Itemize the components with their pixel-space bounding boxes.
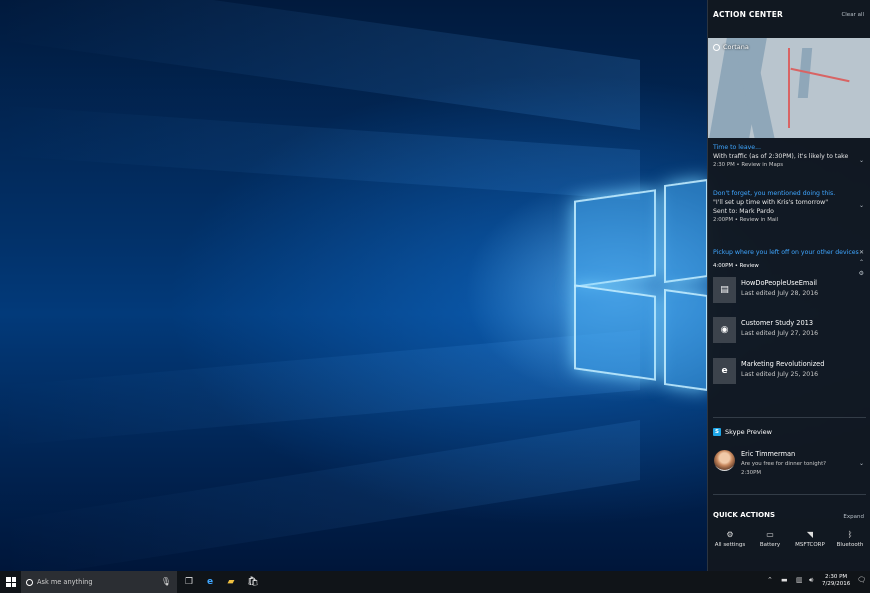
skype-icon: S	[713, 428, 721, 436]
action-center-icon[interactable]: 🗨︎	[857, 576, 866, 584]
task-view-icon[interactable]: ❐	[182, 575, 196, 589]
section-divider	[713, 494, 866, 495]
quick-actions-tiles: ⚙ All settings ▭ Battery ◥ MSFTCORP ᛒ Bl…	[711, 530, 869, 548]
battery-icon: ▭	[766, 530, 774, 539]
wifi-icon: ◥	[806, 530, 814, 539]
chevron-down-icon[interactable]: ⌄	[859, 460, 864, 467]
document-item[interactable]: ◉ Customer Study 2013 Last edited July 2…	[713, 317, 863, 345]
quick-action-wifi[interactable]: ◥ MSFTCORP	[791, 530, 829, 548]
bluetooth-icon: ᛒ	[847, 530, 853, 539]
quick-actions-title: QUICK ACTIONS	[713, 511, 776, 519]
windows-logo-pane	[574, 189, 656, 288]
quick-action-label: Battery	[759, 542, 781, 548]
edge-icon: e	[713, 358, 736, 384]
network-icon[interactable]: ▥	[796, 576, 803, 584]
clock-time: 2:30 PM	[825, 574, 848, 580]
notification-title: Don't forget, you mentioned doing this.	[713, 190, 836, 197]
avatar	[714, 450, 735, 471]
document-item[interactable]: ▤ HowDoPeopleUseEmail Last edited July 2…	[713, 277, 863, 305]
cortana-ring-icon	[713, 43, 720, 51]
light-beam	[0, 0, 640, 131]
cortana-header: Cortana	[713, 43, 749, 51]
volume-icon[interactable]: 🔊︎	[809, 576, 813, 585]
document-date: Last edited July 27, 2016	[741, 330, 819, 337]
system-clock[interactable]: 2:30 PM 7/29/2016	[822, 574, 850, 589]
skype-sender: Eric Timmerman	[741, 450, 796, 458]
quick-action-label: All settings	[714, 542, 746, 548]
cortana-map[interactable]	[708, 38, 870, 138]
skype-message: Are you free for dinner tonight?	[741, 461, 827, 467]
taskbar: Ask me anything 🎙︎ ❐ e ▰ 🛍︎ ⌃ ▬ ▥ 🔊︎ 2:3…	[0, 571, 870, 593]
microphone-icon[interactable]: 🎙︎	[161, 577, 171, 586]
light-beam	[0, 420, 640, 571]
edge-browser-icon[interactable]: e	[203, 575, 217, 589]
search-placeholder: Ask me anything	[37, 578, 93, 586]
expand-button[interactable]: Expand	[843, 514, 864, 520]
chevron-down-icon[interactable]: ⌄	[859, 157, 864, 164]
powerpoint-icon: ◉	[713, 317, 736, 343]
cortana-ring-icon	[26, 578, 33, 586]
document-name: Marketing Revolutionized	[741, 360, 825, 368]
close-icon[interactable]: ✕	[859, 249, 864, 256]
clock-date: 7/29/2016	[822, 581, 851, 588]
document-date: Last edited July 28, 2016	[741, 290, 819, 297]
notification-meta: 2:00PM • Review in Mail	[713, 216, 779, 223]
map-route	[788, 48, 790, 128]
store-icon[interactable]: 🛍︎	[246, 575, 260, 589]
document-name: HowDoPeopleUseEmail	[741, 279, 818, 287]
search-input[interactable]: Ask me anything 🎙︎	[21, 571, 177, 593]
windows-logo-pane	[664, 288, 708, 392]
quick-action-all-settings[interactable]: ⚙ All settings	[711, 530, 749, 548]
skype-app-name: Skype Preview	[725, 428, 772, 436]
chevron-down-icon[interactable]: ⌄	[859, 202, 864, 209]
notification-meta: 4:00PM • Review	[713, 262, 759, 269]
chevron-up-icon[interactable]: ⌃	[859, 259, 864, 266]
windows-logo-pane	[664, 178, 708, 284]
start-button-windows-icon[interactable]	[6, 577, 16, 587]
light-beam	[0, 105, 640, 200]
gear-icon: ⚙	[726, 530, 734, 539]
document-item[interactable]: e Marketing Revolutionized Last edited J…	[713, 358, 863, 386]
notification-body: "I'll set up time with Kris's tomorrow"	[713, 198, 829, 206]
notification-title: Pickup where you left off on your other …	[713, 249, 859, 256]
notification-mail[interactable]: Don't forget, you mentioned doing this. …	[713, 190, 863, 225]
skype-time: 2:30PM	[741, 470, 762, 476]
file-explorer-icon[interactable]: ▰	[224, 575, 238, 589]
windows-logo-pane	[574, 284, 656, 381]
notification-body-recipient: Sent to: Mark Pardo	[713, 207, 774, 215]
notification-maps[interactable]: Time to leave... With traffic (as of 2:3…	[713, 144, 863, 170]
document-name: Customer Study 2013	[741, 319, 814, 327]
skype-header: S Skype Preview	[713, 428, 772, 436]
notification-meta: 2:30 PM • Review in Maps	[713, 161, 784, 168]
quick-action-bluetooth[interactable]: ᛒ Bluetooth	[831, 530, 869, 548]
notification-body: With traffic (as of 2:30PM), it's likely…	[713, 152, 849, 160]
quick-action-label: MSFTCORP	[795, 542, 825, 548]
battery-icon[interactable]: ▬	[781, 576, 788, 584]
document-date: Last edited July 25, 2016	[741, 371, 819, 378]
quick-action-label: Bluetooth	[836, 542, 864, 548]
section-divider	[713, 417, 866, 418]
document-icon: ▤	[713, 277, 736, 303]
action-center-title: ACTION CENTER	[713, 10, 783, 19]
settings-gear-icon[interactable]: ⚙	[859, 270, 864, 277]
clear-all-button[interactable]: Clear all	[841, 12, 864, 18]
chevron-up-icon[interactable]: ⌃	[767, 576, 773, 584]
notification-devices[interactable]: Pickup where you left off on your other …	[713, 249, 863, 271]
cortana-label: Cortana	[723, 43, 749, 51]
notification-title: Time to leave...	[713, 144, 761, 151]
light-beam	[0, 330, 640, 446]
action-center-panel: ACTION CENTER Clear all Cortana Time to …	[707, 0, 870, 571]
quick-action-battery[interactable]: ▭ Battery	[751, 530, 789, 548]
